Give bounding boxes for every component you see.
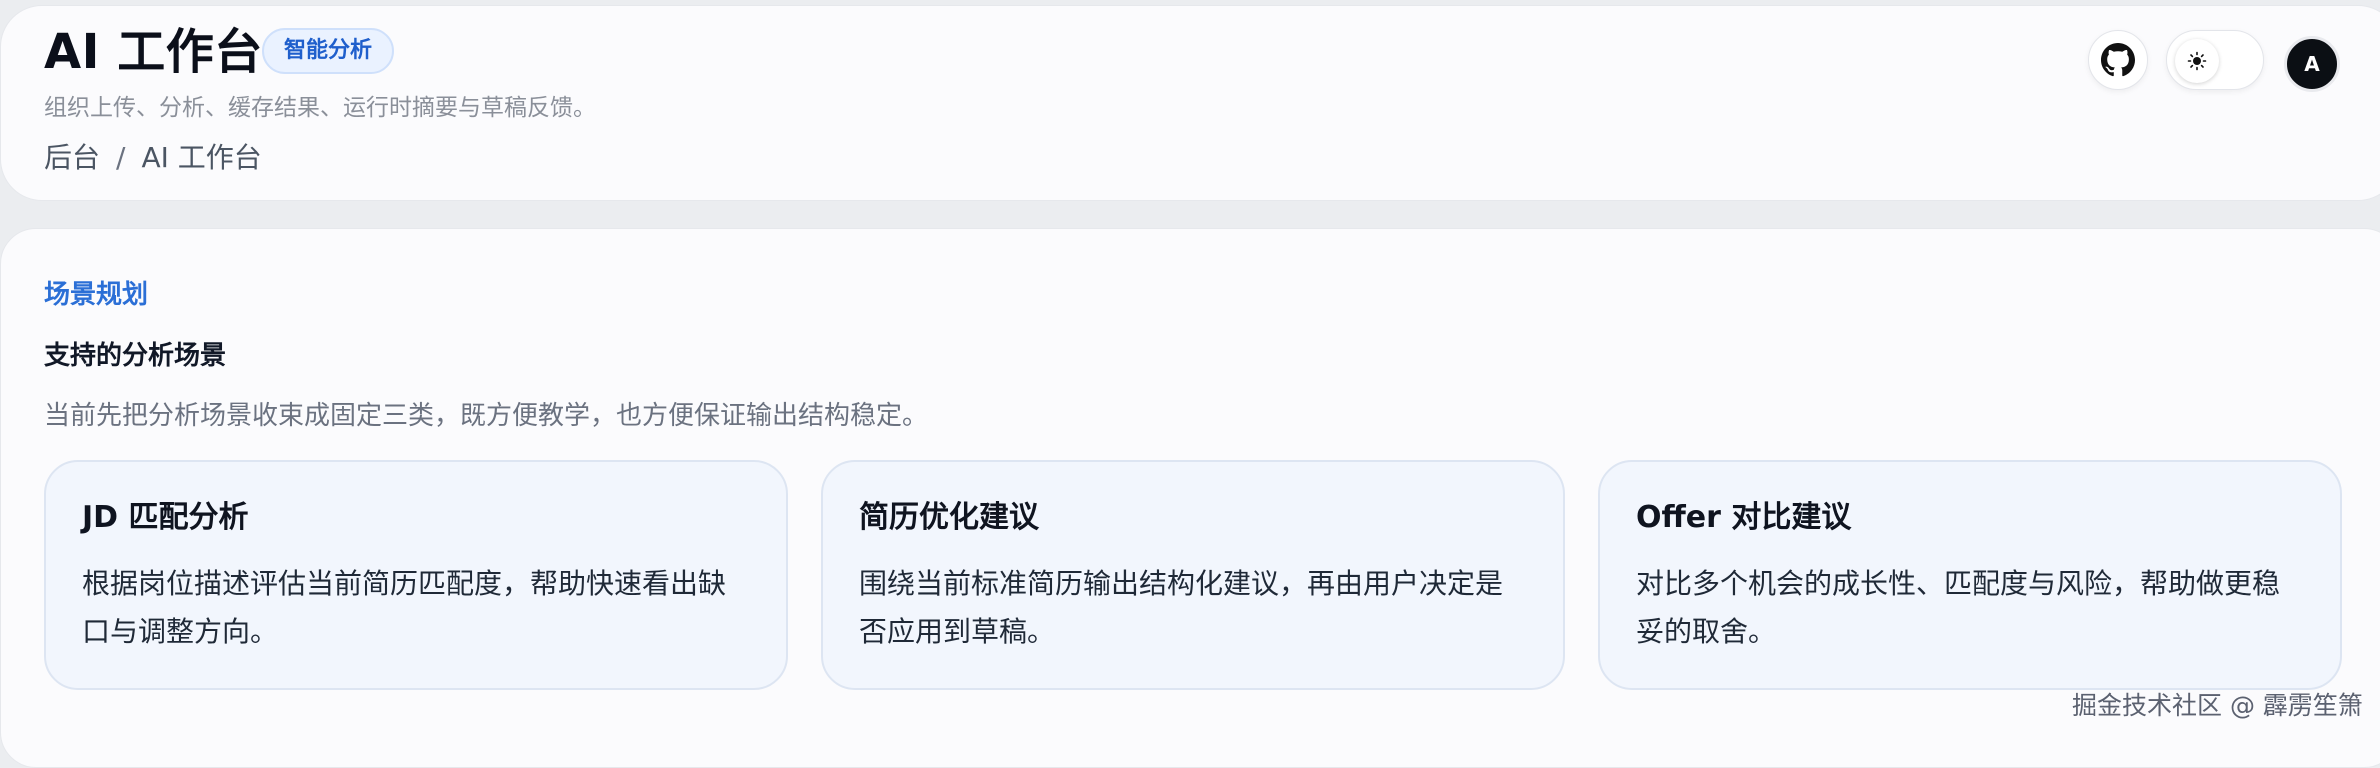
breadcrumb-item-current: AI 工作台	[141, 141, 262, 174]
scenario-card-jd-match[interactable]: JD 匹配分析 根据岗位描述评估当前简历匹配度，帮助快速看出缺口与调整方向。	[44, 460, 788, 690]
scenario-card-resume-optimize[interactable]: 简历优化建议 围绕当前标准简历输出结构化建议，再由用户决定是否应用到草稿。	[821, 460, 1565, 690]
github-button[interactable]	[2088, 30, 2148, 90]
github-icon	[2101, 43, 2135, 77]
scenario-card-description: 对比多个机会的成长性、匹配度与风险，帮助做更稳妥的取舍。	[1636, 567, 2281, 648]
scenario-card-title: Offer 对比建议	[1636, 500, 1852, 535]
scenario-card-title: 简历优化建议	[859, 500, 1039, 535]
status-badge: 智能分析	[262, 28, 395, 74]
page-title: AI 工作台	[44, 24, 263, 80]
section-eyebrow: 场景规划	[44, 280, 149, 310]
theme-toggle[interactable]	[2166, 30, 2264, 90]
watermark: 掘金技术社区 @ 霹雳笙箫	[2072, 691, 2363, 720]
breadcrumb-item-admin[interactable]: 后台	[44, 140, 100, 176]
scenario-card-title: JD 匹配分析	[82, 500, 249, 535]
breadcrumb-separator: /	[116, 141, 126, 174]
scenario-card-offer-compare[interactable]: Offer 对比建议 对比多个机会的成长性、匹配度与风险，帮助做更稳妥的取舍。	[1598, 460, 2342, 690]
sun-icon	[2187, 51, 2207, 71]
scenario-card-description: 围绕当前标准简历输出结构化建议，再由用户决定是否应用到草稿。	[859, 567, 1504, 648]
section-heading: 支持的分析场景	[44, 341, 227, 371]
scenario-card-description: 根据岗位描述评估当前简历匹配度，帮助快速看出缺口与调整方向。	[82, 567, 727, 648]
toggle-knob	[2175, 39, 2219, 83]
breadcrumb: 后台 / AI 工作台	[44, 140, 262, 176]
section-description: 当前先把分析场景收束成固定三类，既方便教学，也方便保证输出结构稳定。	[44, 401, 929, 431]
page-subtitle: 组织上传、分析、缓存结果、运行时摘要与草稿反馈。	[44, 95, 596, 121]
avatar[interactable]: A	[2284, 36, 2340, 92]
